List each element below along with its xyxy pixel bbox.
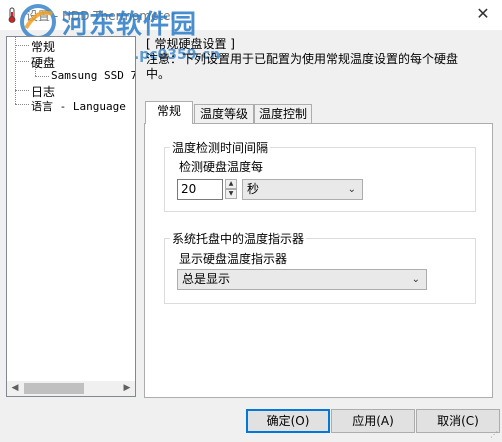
tree-line [35, 76, 49, 77]
tab-general[interactable]: 常规 [145, 101, 193, 124]
apply-button[interactable]: 应用(A) [331, 409, 415, 433]
tab-temperature-levels[interactable]: 温度等级 [194, 104, 254, 123]
interval-input[interactable]: 20 [177, 179, 223, 200]
tree-line [15, 45, 29, 46]
chevron-down-icon: ⌄ [347, 184, 356, 195]
tree-item-general[interactable]: 常规 [31, 38, 55, 55]
tree-line [15, 61, 29, 62]
tree-line [15, 104, 29, 105]
tree-item-disk[interactable]: Samsung SSD 75 [51, 69, 135, 82]
tree-line [15, 37, 16, 104]
tab-panel-general: 温度检测时间间隔 检测硬盘温度每 20 ▲ ▼ 秒 ⌄ 系统托盘中的温度指示器 … [144, 123, 493, 398]
scroll-thumb[interactable] [24, 383, 84, 394]
settings-tree[interactable]: 常规 硬盘 Samsung SSD 75 日志 语言 - Language [6, 36, 136, 397]
interval-unit-select[interactable]: 秒 ⌄ [242, 179, 363, 200]
cancel-button[interactable]: 取消(C) [416, 409, 500, 433]
thermometer-icon [8, 7, 16, 23]
tray-indicator-value: 总是显示 [182, 272, 231, 286]
tray-group-title: 系统托盘中的温度指示器 [170, 230, 307, 247]
tab-temperature-control[interactable]: 温度控制 [254, 104, 312, 123]
resize-grip-icon[interactable]: ⋰ [490, 430, 500, 440]
interval-spinner[interactable]: ▲ ▼ [225, 179, 237, 200]
tray-indicator-select[interactable]: 总是显示 ⌄ [177, 269, 427, 290]
tree-line [15, 90, 29, 91]
scroll-left-icon[interactable]: ◀ [7, 381, 23, 396]
interval-unit-value: 秒 [247, 182, 260, 196]
tray-label: 显示硬盘温度指示器 [179, 252, 288, 266]
interval-group-title: 温度检测时间间隔 [170, 139, 271, 156]
interval-label: 检测硬盘温度每 [179, 160, 264, 174]
tree-item-language[interactable]: 语言 - Language [31, 98, 126, 114]
chevron-down-icon: ⌄ [411, 274, 420, 285]
scroll-right-icon[interactable]: ▶ [119, 381, 135, 396]
section-header: [ 常规硬盘设置 ] [146, 37, 235, 51]
spin-down-icon[interactable]: ▼ [225, 189, 237, 199]
close-button[interactable]: ✕ [472, 4, 494, 24]
note-text: 注意：下列设置用于已配置为使用常规温度设置的每个硬盘中。 [146, 52, 459, 81]
tree-horizontal-scrollbar[interactable]: ◀ ▶ [6, 381, 136, 397]
spin-up-icon[interactable]: ▲ [225, 179, 237, 189]
ok-button[interactable]: 确定(O) [246, 409, 330, 433]
